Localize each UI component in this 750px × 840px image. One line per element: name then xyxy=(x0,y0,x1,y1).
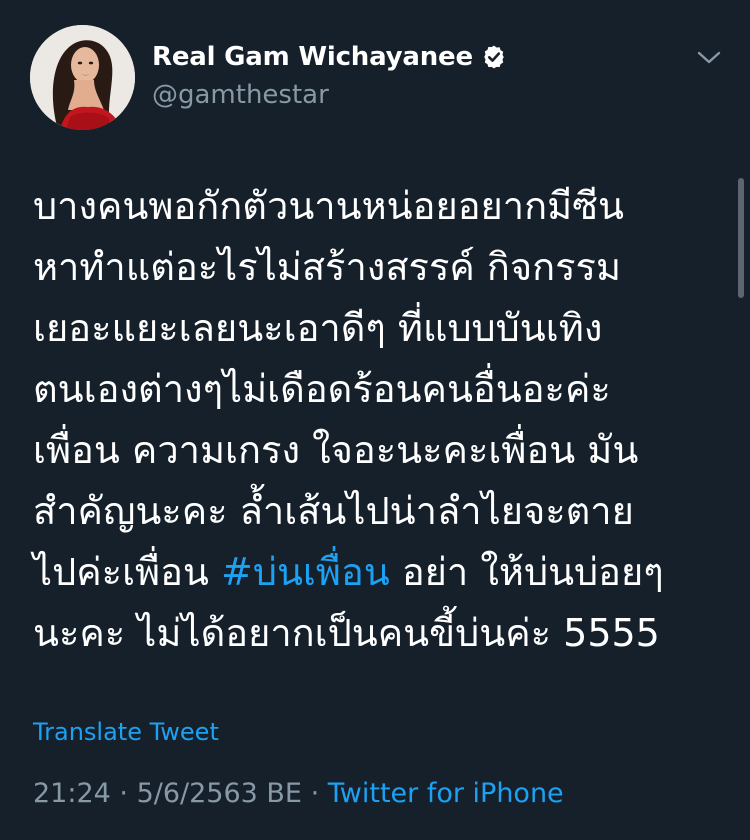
tweet-line: สำคัญนะคะ ล้ำเส้นไปน่าลำไยจะตาย xyxy=(33,489,634,533)
tweet-line: เพื่อน ความเกรง ใจอะนะคะเพื่อน มัน xyxy=(33,428,639,472)
tweet-text: บางคนพอกักตัวนานหน่อยอยากมีซีน หาทำแต่อะ… xyxy=(33,176,723,664)
tweet-detail: Real Gam Wichayanee @gamthestar บางคนพอก… xyxy=(0,0,750,840)
translate-tweet-link[interactable]: Translate Tweet xyxy=(33,718,219,746)
tweet-line-with-hashtag: ไปค่ะเพื่อน #บ่นเพื่อน อย่า ให้บ่นบ่อยๆ xyxy=(33,542,723,603)
chevron-down-icon[interactable] xyxy=(695,46,723,70)
meta-separator: · xyxy=(302,778,328,809)
tweet-line: นะคะ ไม่ได้อยากเป็นคนขี้บ่นค่ะ 5555 xyxy=(33,611,660,655)
tweet-line: บางคนพอกักตัวนานหน่อยอยากมีซีน xyxy=(33,184,624,228)
display-name-row[interactable]: Real Gam Wichayanee xyxy=(152,42,507,72)
tweet-line: หาทำแต่อะไรไม่สร้างสรรค์ กิจกรรม xyxy=(33,245,622,289)
tweet-date[interactable]: 5/6/2563 BE xyxy=(137,778,302,809)
tweet-line-prefix: ไปค่ะเพื่อน xyxy=(33,550,221,594)
verified-badge-icon xyxy=(481,44,507,70)
tweet-source-link[interactable]: Twitter for iPhone xyxy=(328,778,564,809)
tweet-time[interactable]: 21:24 xyxy=(33,778,111,809)
display-name[interactable]: Real Gam Wichayanee xyxy=(152,42,473,72)
tweet-meta: 21:24 · 5/6/2563 BE · Twitter for iPhone xyxy=(33,778,564,809)
user-handle[interactable]: @gamthestar xyxy=(152,80,329,110)
meta-separator: · xyxy=(110,778,137,809)
tweet-line: เยอะแยะเลยนะเอาดีๆ ที่แบบบันเทิง xyxy=(33,306,603,350)
tweet-line: ตนเองต่างๆไม่เดือดร้อนคนอื่นอะค่ะ xyxy=(33,367,611,411)
scrollbar[interactable] xyxy=(738,178,744,298)
avatar-image xyxy=(30,25,135,130)
tweet-line-suffix: อย่า ให้บ่นบ่อยๆ xyxy=(389,550,664,594)
hashtag-link[interactable]: #บ่นเพื่อน xyxy=(221,550,390,594)
avatar[interactable] xyxy=(30,25,135,130)
